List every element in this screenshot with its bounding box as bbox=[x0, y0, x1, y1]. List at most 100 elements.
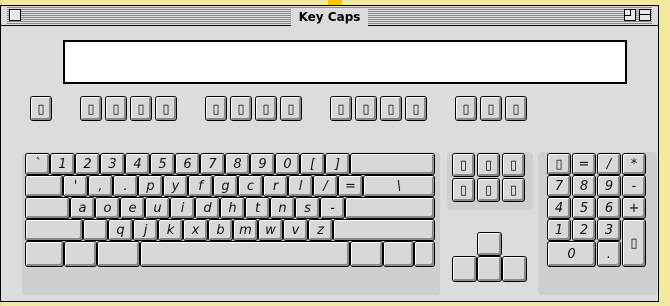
key[interactable]: f bbox=[188, 175, 213, 197]
keypad-key[interactable]: ▯ bbox=[547, 153, 571, 175]
keypad-key[interactable]: - bbox=[622, 175, 646, 197]
control-key[interactable] bbox=[25, 241, 64, 267]
key[interactable]: e bbox=[120, 197, 145, 219]
key[interactable]: s bbox=[295, 197, 320, 219]
key[interactable]: o bbox=[95, 197, 120, 219]
shift-key-right[interactable] bbox=[333, 219, 435, 241]
key[interactable]: 7 bbox=[200, 153, 225, 175]
key[interactable]: 1 bbox=[50, 153, 75, 175]
key[interactable]: ] bbox=[325, 153, 350, 175]
key[interactable]: k bbox=[158, 219, 183, 241]
right-arrow-key[interactable] bbox=[502, 256, 527, 282]
up-arrow-key[interactable] bbox=[477, 232, 502, 256]
title-bar[interactable]: Key Caps bbox=[1, 6, 658, 27]
key[interactable]: . bbox=[113, 175, 138, 197]
function-key[interactable]: ▯ bbox=[205, 96, 227, 121]
key[interactable] bbox=[414, 241, 435, 267]
nav-key[interactable]: ▯ bbox=[502, 178, 525, 202]
keypad-key[interactable]: 6 bbox=[597, 197, 621, 219]
zoom-box-icon[interactable] bbox=[624, 9, 636, 21]
collapse-box-icon[interactable] bbox=[639, 9, 651, 21]
key[interactable]: \ bbox=[363, 175, 435, 197]
shift-key-left[interactable] bbox=[25, 219, 83, 241]
key[interactable] bbox=[83, 219, 108, 241]
key[interactable]: u bbox=[145, 197, 170, 219]
command-key[interactable] bbox=[97, 241, 140, 267]
key[interactable] bbox=[350, 241, 383, 267]
key[interactable]: 4 bbox=[125, 153, 150, 175]
nav-key[interactable]: ▯ bbox=[502, 153, 525, 177]
keypad-key[interactable]: 5 bbox=[572, 197, 596, 219]
option-key[interactable] bbox=[64, 241, 97, 267]
keypad-key[interactable]: + bbox=[622, 197, 646, 219]
key[interactable]: t bbox=[245, 197, 270, 219]
key[interactable]: l bbox=[288, 175, 313, 197]
space-bar[interactable] bbox=[140, 241, 350, 267]
keypad-key[interactable]: 8 bbox=[572, 175, 596, 197]
key[interactable]: p bbox=[138, 175, 163, 197]
nav-key[interactable]: ▯ bbox=[477, 178, 500, 202]
keypad-key[interactable]: 4 bbox=[547, 197, 571, 219]
keypad-key[interactable]: / bbox=[597, 153, 621, 175]
function-key[interactable]: ▯ bbox=[355, 96, 377, 121]
key[interactable]: z bbox=[308, 219, 333, 241]
function-key[interactable]: ▯ bbox=[80, 96, 102, 121]
function-key[interactable]: ▯ bbox=[405, 96, 427, 121]
keypad-key[interactable]: 1 bbox=[547, 219, 571, 241]
key[interactable]: 0 bbox=[275, 153, 300, 175]
keypad-key[interactable]: 2 bbox=[572, 219, 596, 241]
key[interactable]: , bbox=[88, 175, 113, 197]
key[interactable]: j bbox=[133, 219, 158, 241]
function-key[interactable]: ▯ bbox=[230, 96, 252, 121]
nav-key[interactable]: ▯ bbox=[477, 153, 500, 177]
function-key[interactable]: ▯ bbox=[130, 96, 152, 121]
keypad-enter-key[interactable]: ▯ bbox=[622, 219, 646, 267]
keypad-decimal-key[interactable]: . bbox=[597, 241, 621, 267]
function-key[interactable]: ▯ bbox=[280, 96, 302, 121]
key[interactable]: v bbox=[283, 219, 308, 241]
keypad-key[interactable]: 3 bbox=[597, 219, 621, 241]
function-key[interactable]: ▯ bbox=[255, 96, 277, 121]
keypad-key[interactable]: 9 bbox=[597, 175, 621, 197]
key[interactable]: 3 bbox=[100, 153, 125, 175]
key[interactable]: [ bbox=[300, 153, 325, 175]
key[interactable]: - bbox=[320, 197, 345, 219]
key[interactable]: = bbox=[338, 175, 363, 197]
delete-key[interactable] bbox=[350, 153, 435, 175]
keypad-zero-key[interactable]: 0 bbox=[547, 241, 596, 267]
key[interactable]: h bbox=[220, 197, 245, 219]
key[interactable]: g bbox=[213, 175, 238, 197]
key[interactable] bbox=[383, 241, 414, 267]
keypad-key[interactable]: = bbox=[572, 153, 596, 175]
key[interactable]: w bbox=[258, 219, 283, 241]
function-key[interactable]: ▯ bbox=[455, 96, 477, 121]
key[interactable]: ` bbox=[25, 153, 50, 175]
key[interactable]: 5 bbox=[150, 153, 175, 175]
key[interactable]: x bbox=[183, 219, 208, 241]
tab-key[interactable] bbox=[25, 175, 63, 197]
function-key[interactable]: ▯ bbox=[380, 96, 402, 121]
function-key[interactable]: ▯ bbox=[105, 96, 127, 121]
nav-key[interactable]: ▯ bbox=[452, 153, 475, 177]
key[interactable]: i bbox=[170, 197, 195, 219]
key[interactable]: 6 bbox=[175, 153, 200, 175]
key[interactable]: y bbox=[163, 175, 188, 197]
key[interactable]: ' bbox=[63, 175, 88, 197]
function-key[interactable]: ▯ bbox=[480, 96, 502, 121]
key[interactable]: m bbox=[233, 219, 258, 241]
key[interactable]: r bbox=[263, 175, 288, 197]
return-key[interactable] bbox=[345, 197, 435, 219]
function-key[interactable]: ▯ bbox=[330, 96, 352, 121]
key[interactable]: d bbox=[195, 197, 220, 219]
key[interactable]: c bbox=[238, 175, 263, 197]
key[interactable]: 2 bbox=[75, 153, 100, 175]
key[interactable]: a bbox=[70, 197, 95, 219]
caps-lock-key[interactable] bbox=[25, 197, 70, 219]
down-arrow-key[interactable] bbox=[477, 256, 502, 282]
keypad-key[interactable]: 7 bbox=[547, 175, 571, 197]
keypad-key[interactable]: * bbox=[622, 153, 646, 175]
key[interactable]: 8 bbox=[225, 153, 250, 175]
left-arrow-key[interactable] bbox=[452, 256, 477, 282]
key[interactable]: n bbox=[270, 197, 295, 219]
function-key[interactable]: ▯ bbox=[30, 96, 52, 121]
